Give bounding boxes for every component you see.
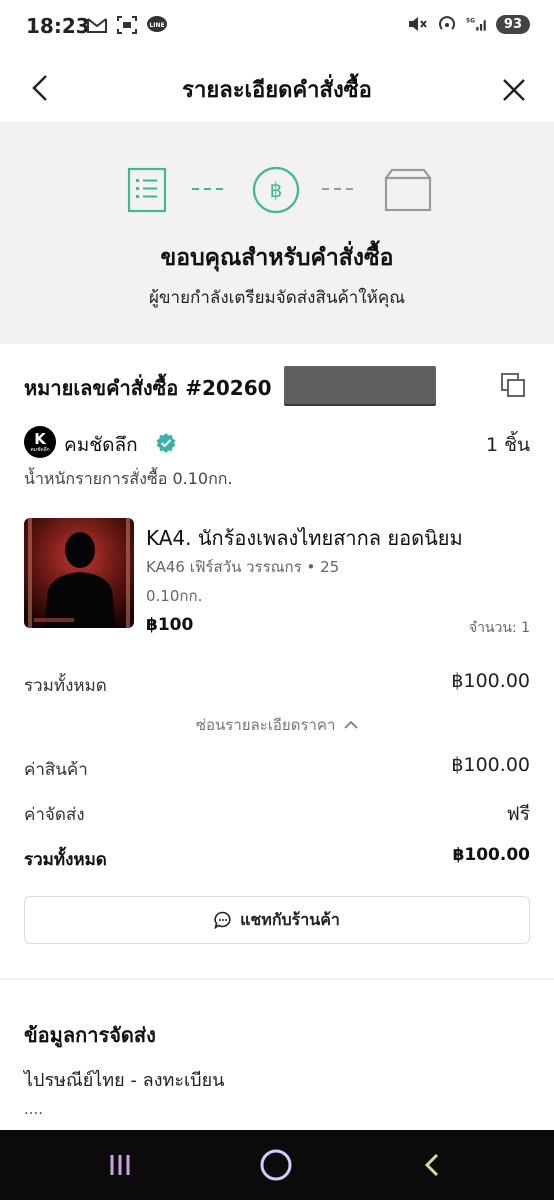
order-progress-steps: ฿ <box>126 166 432 216</box>
progress-connector <box>192 188 228 190</box>
page-title: รายละเอียดคำสั่งซื้อ <box>182 78 372 103</box>
back-icon <box>424 1153 439 1177</box>
baht-coin-icon: ฿ <box>252 166 300 214</box>
signal-icon: 5G <box>466 14 488 34</box>
product-image[interactable] <box>24 518 134 628</box>
verified-badge-icon <box>156 433 176 453</box>
grand-total-label: รวมทั้งหมด <box>24 850 107 870</box>
product-price: ฿100 <box>146 615 194 635</box>
total-label: รวมทั้งหมด <box>24 676 107 696</box>
order-number: หมายเลขคำสั่งซื้อ #20260 <box>24 376 272 400</box>
status-time: 18:23 <box>26 14 90 38</box>
battery-indicator: 93 <box>495 14 530 34</box>
close-button[interactable] <box>496 72 532 108</box>
chat-with-seller-button[interactable]: แชทกับร้านค้า <box>24 896 530 944</box>
product-name[interactable]: KA4. นักร้องเพลงไทยสากล ยอดนิยม <box>146 522 463 554</box>
hide-price-details-label: ซ่อนรายละเอียดราคา <box>195 716 336 734</box>
chat-with-seller-label: แชทกับร้านค้า <box>240 909 340 929</box>
redacted-order-number <box>284 366 436 404</box>
gmail-icon <box>86 15 108 35</box>
hotspot-icon <box>436 14 458 34</box>
nav-back-button[interactable] <box>412 1148 452 1182</box>
home-icon <box>260 1149 292 1181</box>
line-icon: LINE <box>146 15 168 35</box>
product-variant: KA46 เฟิร์สวัน วรรณกร • 25 <box>146 558 340 576</box>
copy-button[interactable] <box>500 372 528 400</box>
grand-total-value: ฿100.00 <box>452 845 530 865</box>
section-divider <box>0 978 554 980</box>
notification-icons: LINE <box>86 15 168 35</box>
item-count: 1 ชิ้น <box>485 434 530 456</box>
thank-you-title: ขอบคุณสำหรับคำสั่งซื้อ <box>160 245 394 271</box>
product-weight: 0.10กก. <box>146 587 203 605</box>
chat-bubble-icon <box>214 911 231 929</box>
order-list-icon <box>127 167 167 213</box>
screenshot-icon <box>116 15 138 35</box>
shipping-method: ไปรษณีย์ไทย - ลงทะเบียน <box>24 1070 225 1091</box>
home-button[interactable] <box>256 1148 296 1182</box>
copy-icon <box>501 373 525 397</box>
recent-apps-icon <box>110 1155 130 1175</box>
subtotal-value: ฿100.00 <box>451 754 530 776</box>
subtotal-label: ค่าสินค้า <box>24 760 88 780</box>
progress-connector <box>322 188 358 190</box>
svg-text:฿: ฿ <box>270 178 283 202</box>
system-nav-bar <box>0 1130 554 1200</box>
shipping-more: .... <box>24 1100 44 1118</box>
shipping-fee-label: ค่าจัดส่ง <box>24 805 85 825</box>
box-icon <box>384 168 432 212</box>
shop-logo[interactable]: K คมชัดลึก <box>24 426 56 458</box>
chevron-up-icon <box>344 720 358 729</box>
svg-text:5G: 5G <box>466 19 475 25</box>
app-header: รายละเอียดคำสั่งซื้อ <box>0 56 554 122</box>
product-quantity: จำนวน: 1 <box>468 620 530 636</box>
total-value: ฿100.00 <box>451 670 530 692</box>
status-bar: 18:23 LINE 5G 93 <box>0 0 554 56</box>
system-icons: 5G 93 <box>406 14 530 34</box>
close-icon <box>503 79 525 101</box>
shop-name[interactable]: คมชัดลึก <box>64 430 138 460</box>
shipping-info-title: ข้อมูลการจัดส่ง <box>24 1023 156 1047</box>
svg-text:LINE: LINE <box>149 22 164 29</box>
recent-apps-button[interactable] <box>100 1148 140 1182</box>
thank-you-subtitle: ผู้ขายกำลังเตรียมจัดส่งสินค้าให้คุณ <box>148 288 406 308</box>
mute-icon <box>406 14 428 34</box>
hide-price-details-toggle[interactable]: ซ่อนรายละเอียดราคา <box>0 713 554 737</box>
order-weight: น้ำหนักรายการสั่งซื้อ 0.10กก. <box>24 469 233 488</box>
shipping-fee-value: ฟรี <box>506 803 530 825</box>
order-status-panel: ฿ ขอบคุณสำหรับคำสั่งซื้อ ผู้ขายกำลังเตรี… <box>0 122 554 344</box>
